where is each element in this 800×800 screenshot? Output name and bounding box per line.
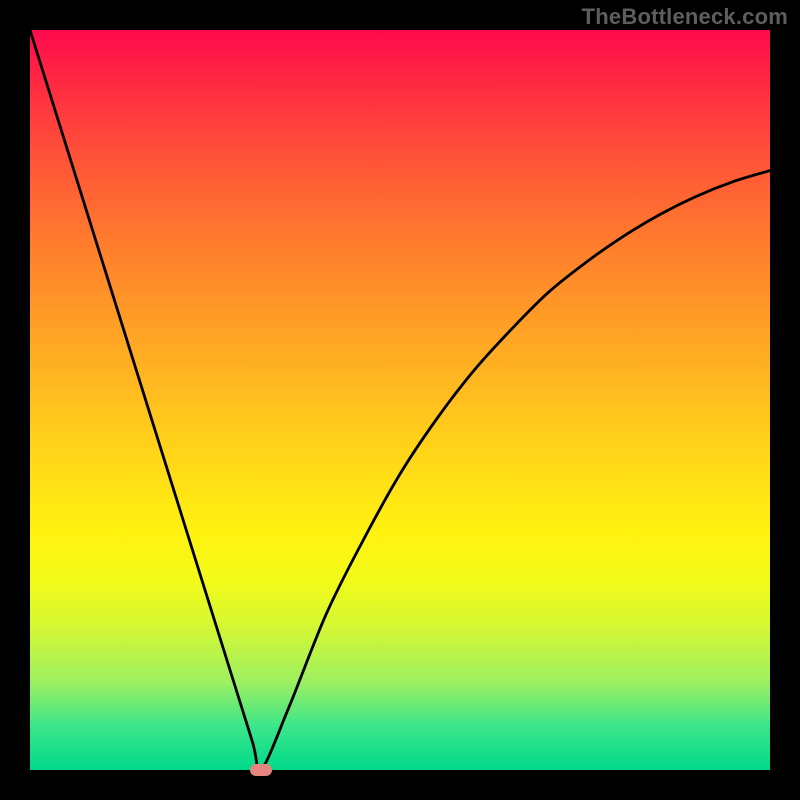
curve-svg	[30, 30, 770, 770]
minimum-marker	[250, 764, 272, 776]
watermark-text: TheBottleneck.com	[582, 4, 788, 30]
bottleneck-curve	[30, 30, 770, 770]
plot-area	[30, 30, 770, 770]
